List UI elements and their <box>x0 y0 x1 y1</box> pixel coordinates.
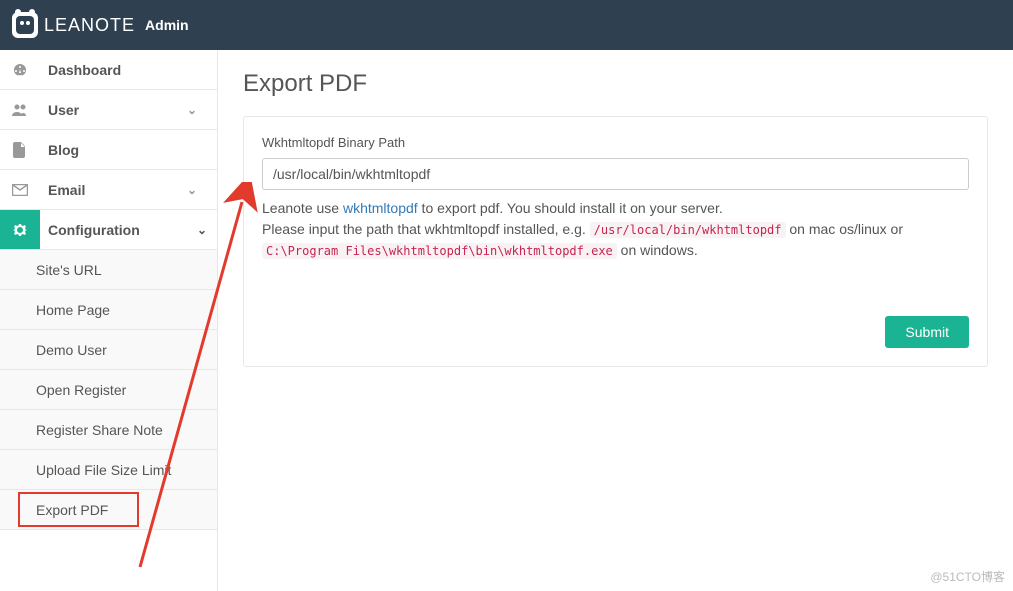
users-icon <box>0 102 40 118</box>
nav-label: Dashboard <box>40 62 217 78</box>
chevron-down-icon: ⌄ <box>187 103 217 117</box>
binary-path-input[interactable] <box>262 158 969 190</box>
nav-label: Configuration <box>40 210 187 249</box>
main-content: Export PDF Wkhtmltopdf Binary Path Leano… <box>218 50 1013 591</box>
sub-open-register[interactable]: Open Register <box>0 370 217 410</box>
nav-label: Blog <box>40 142 217 158</box>
nav-configuration[interactable]: Configuration ⌄ <box>0 210 217 250</box>
sidebar: Dashboard User ⌄ Blog Email ⌄ Co <box>0 50 218 591</box>
field-label: Wkhtmltopdf Binary Path <box>262 135 969 150</box>
brand-name: LEANOTE <box>44 15 135 36</box>
sub-label: Demo User <box>36 342 107 358</box>
top-bar: LEANOTE Admin <box>0 0 1013 50</box>
code-sample-windows: C:\Program Files\wkhtmltopdf\bin\wkhtmlt… <box>262 243 617 259</box>
nav-email[interactable]: Email ⌄ <box>0 170 217 210</box>
sub-label: Site's URL <box>36 262 102 278</box>
brand-logo[interactable]: LEANOTE Admin <box>12 12 189 38</box>
nav-dashboard[interactable]: Dashboard <box>0 50 217 90</box>
sub-sites-url[interactable]: Site's URL <box>0 250 217 290</box>
envelope-icon <box>0 184 40 196</box>
sub-register-share-note[interactable]: Register Share Note <box>0 410 217 450</box>
gear-icon <box>0 222 40 238</box>
sub-label: Open Register <box>36 382 126 398</box>
nav-blog[interactable]: Blog <box>0 130 217 170</box>
sub-upload-file-size-limit[interactable]: Upload File Size Limit <box>0 450 217 490</box>
code-sample-linux: /usr/local/bin/wkhtmltopdf <box>590 222 786 238</box>
sub-label: Upload File Size Limit <box>36 462 171 478</box>
submit-button[interactable]: Submit <box>885 316 969 348</box>
help-text: Leanote use wkhtmltopdf to export pdf. Y… <box>262 198 969 261</box>
sub-label: Register Share Note <box>36 422 163 438</box>
chevron-down-icon: ⌄ <box>187 210 217 249</box>
leanote-icon <box>12 12 38 38</box>
nav-label: Email <box>40 182 187 198</box>
chevron-down-icon: ⌄ <box>187 183 217 197</box>
watermark: @51CTO博客 <box>930 568 1005 585</box>
file-icon <box>0 142 40 158</box>
sub-label: Export PDF <box>36 502 108 518</box>
sub-export-pdf[interactable]: Export PDF <box>0 490 217 530</box>
page-title: Export PDF <box>243 70 988 98</box>
sub-demo-user[interactable]: Demo User <box>0 330 217 370</box>
nav-user[interactable]: User ⌄ <box>0 90 217 130</box>
sub-label: Home Page <box>36 302 110 318</box>
brand-sub: Admin <box>145 17 189 33</box>
dashboard-icon <box>0 62 40 78</box>
sub-home-page[interactable]: Home Page <box>0 290 217 330</box>
nav-label: User <box>40 102 187 118</box>
wkhtmltopdf-link[interactable]: wkhtmltopdf <box>343 200 418 216</box>
settings-panel: Wkhtmltopdf Binary Path Leanote use wkht… <box>243 116 988 367</box>
